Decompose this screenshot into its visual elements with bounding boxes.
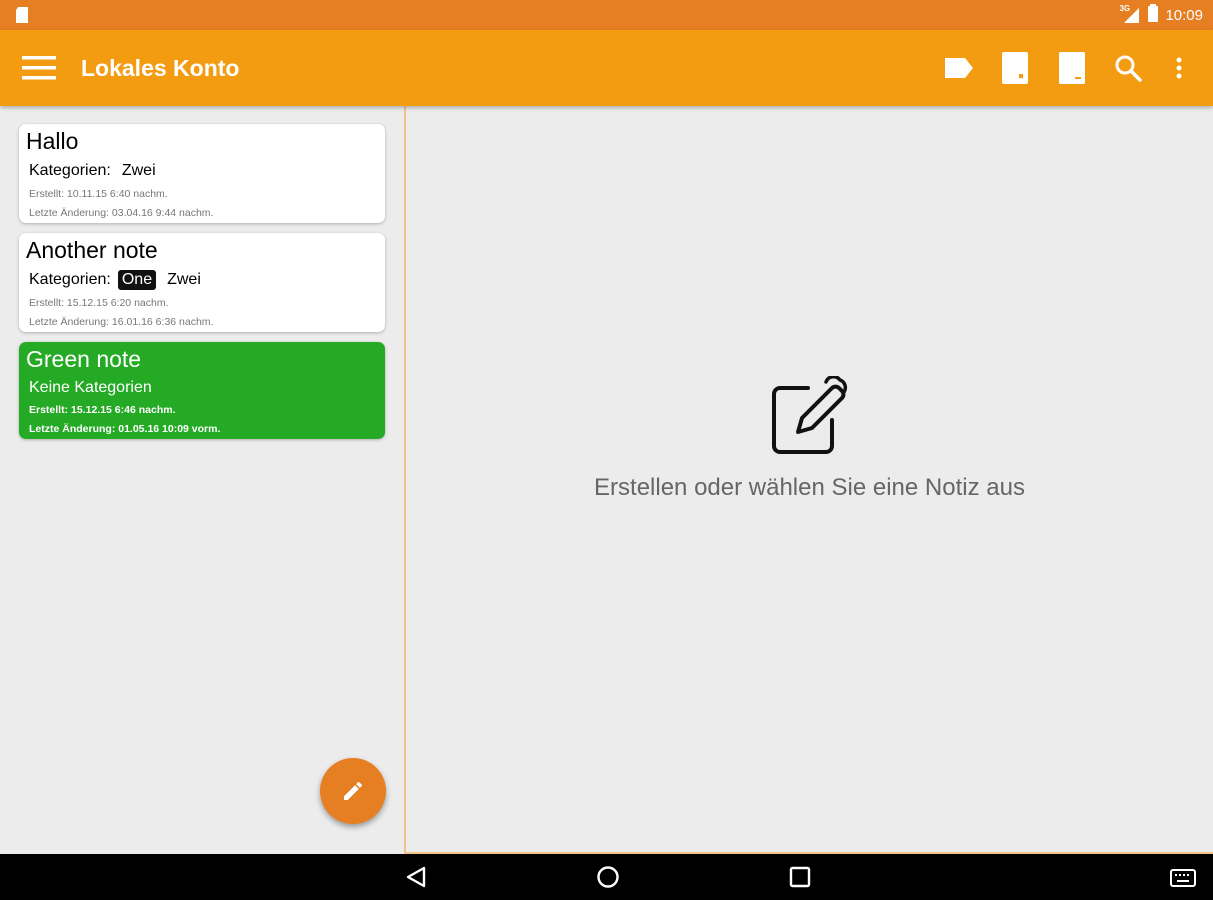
home-icon[interactable] bbox=[596, 865, 620, 894]
note-title: Another note bbox=[26, 237, 158, 263]
note-detail-panel: Erstellen oder wählen Sie eine Notiz aus bbox=[406, 106, 1213, 854]
label-icon bbox=[945, 58, 973, 78]
note-title: Green note bbox=[26, 346, 142, 372]
note-list: Hallo Kategorien: Zwei Erstellt: 10.11.1… bbox=[0, 106, 406, 854]
new-note-button[interactable] bbox=[320, 758, 386, 824]
notebook-button-1[interactable] bbox=[996, 49, 1034, 87]
keyboard-icon[interactable] bbox=[1170, 869, 1196, 892]
back-icon[interactable] bbox=[404, 865, 428, 894]
status-time: 10:09 bbox=[1165, 6, 1203, 24]
note-created: Erstellt: 10.11.15 6:40 nachm. bbox=[29, 188, 168, 200]
note-card[interactable]: Hallo Kategorien: Zwei Erstellt: 10.11.1… bbox=[19, 124, 385, 223]
more-vert-icon bbox=[1176, 57, 1182, 79]
categories-label: Keine Kategorien bbox=[29, 379, 152, 396]
note-card[interactable]: Another note Kategorien: One Zwei Erstel… bbox=[19, 233, 385, 332]
app-bar: Lokales Konto bbox=[0, 30, 1213, 106]
more-options-button[interactable] bbox=[1160, 49, 1198, 87]
sd-card-icon bbox=[14, 6, 30, 29]
notebook-icon bbox=[1059, 52, 1085, 84]
category-chip: One bbox=[117, 270, 157, 290]
note-categories: Keine Kategorien bbox=[29, 379, 152, 397]
app-root: 3G 10:09 Lokales Konto Hallo Kategorien:… bbox=[0, 0, 1213, 900]
note-created: Erstellt: 15.12.15 6:20 nachm. bbox=[29, 297, 169, 309]
search-button[interactable] bbox=[1109, 49, 1147, 87]
category-button[interactable] bbox=[940, 49, 978, 87]
notebook-icon bbox=[1002, 52, 1028, 84]
search-icon bbox=[1115, 55, 1142, 82]
signal-icon: 3G bbox=[1119, 4, 1141, 24]
note-title: Hallo bbox=[26, 128, 79, 154]
navigation-bar bbox=[0, 854, 1213, 900]
note-categories: Kategorien: One Zwei bbox=[29, 270, 205, 290]
categories-label: Kategorien: bbox=[29, 162, 111, 179]
notebook-button-2[interactable] bbox=[1053, 49, 1091, 87]
note-categories: Kategorien: Zwei bbox=[29, 161, 160, 181]
status-indicators: 3G 10:09 bbox=[1119, 0, 1203, 30]
menu-button[interactable] bbox=[22, 52, 64, 84]
empty-state-text: Erstellen oder wählen Sie eine Notiz aus bbox=[594, 474, 1025, 501]
category-chip: Zwei bbox=[117, 161, 160, 181]
status-bar: 3G 10:09 bbox=[0, 0, 1213, 30]
hamburger-icon bbox=[22, 56, 56, 80]
battery-icon bbox=[1147, 4, 1159, 26]
note-modified: Letzte Änderung: 01.05.16 10:09 vorm. bbox=[29, 423, 221, 435]
categories-label: Kategorien: bbox=[29, 271, 111, 288]
pencil-icon bbox=[344, 781, 363, 800]
recents-icon[interactable] bbox=[788, 865, 812, 894]
network-type: 3G bbox=[1119, 4, 1131, 13]
edit-note-icon bbox=[770, 375, 850, 461]
note-modified: Letzte Änderung: 16.01.16 6:36 nachm. bbox=[29, 316, 214, 328]
note-created: Erstellt: 15.12.15 6:46 nachm. bbox=[29, 404, 176, 416]
note-modified: Letzte Änderung: 03.04.16 9:44 nachm. bbox=[29, 207, 214, 219]
app-title: Lokales Konto bbox=[81, 55, 240, 81]
category-chip: Zwei bbox=[163, 270, 205, 290]
note-card[interactable]: Green note Keine Kategorien Erstellt: 15… bbox=[19, 342, 385, 439]
